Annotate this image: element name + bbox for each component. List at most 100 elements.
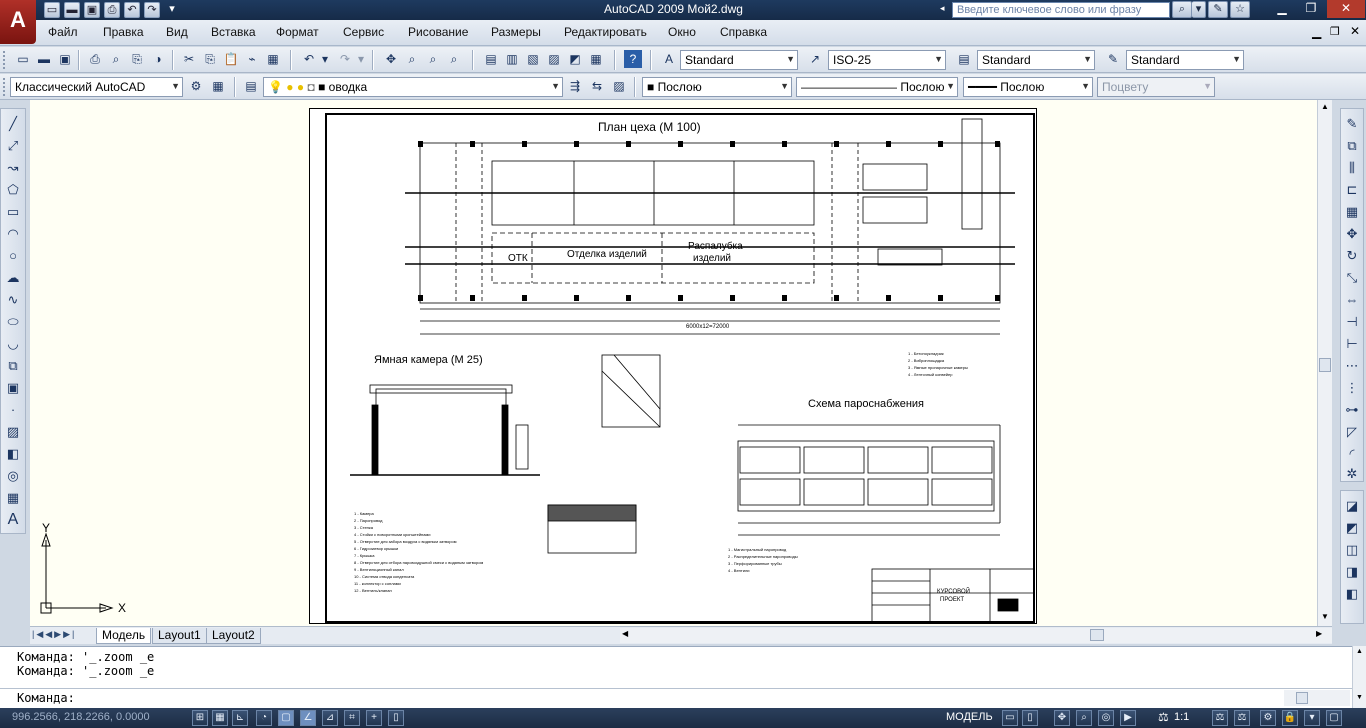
ellipse-arc-icon[interactable]: ◡: [4, 335, 22, 353]
send-under-icon[interactable]: ◨: [1343, 563, 1361, 581]
undo-toolbar-icon[interactable]: ↶: [300, 50, 318, 68]
erase-icon[interactable]: ✎: [1343, 115, 1361, 133]
ortho-mode-icon[interactable]: ⊾: [232, 710, 248, 726]
bring-above-icon[interactable]: ◫: [1343, 541, 1361, 559]
tab-layout2[interactable]: Layout2: [206, 628, 261, 644]
redo-toolbar-icon[interactable]: ↷: [336, 50, 354, 68]
preview-icon[interactable]: ⌕: [107, 50, 125, 68]
hatch-icon[interactable]: ▨: [4, 423, 22, 441]
close-button[interactable]: ✕: [1327, 0, 1365, 18]
join-icon[interactable]: ⊶: [1343, 401, 1361, 419]
search-input[interactable]: Введите ключевое слово или фразу: [952, 2, 1170, 18]
layer-previous-icon[interactable]: ⇆: [588, 77, 606, 95]
command-hscroll-thumb[interactable]: [1296, 692, 1308, 704]
annotation-visibility-icon[interactable]: ⚖: [1212, 710, 1228, 726]
help-center-icon[interactable]: ✎: [1208, 1, 1228, 18]
color-select[interactable]: ■ Послою ▼: [642, 77, 792, 97]
publish-icon[interactable]: ⎘: [128, 50, 146, 68]
menu-file[interactable]: Файл: [48, 25, 78, 39]
lock-toolbars-icon[interactable]: 🔒: [1282, 710, 1298, 726]
scroll-right-icon[interactable]: ▶: [1316, 629, 1322, 638]
copy-icon[interactable]: ⎘: [201, 50, 219, 68]
ellipse-icon[interactable]: ⬭: [4, 313, 22, 331]
command-hscroll[interactable]: [1284, 690, 1350, 706]
annotation-scale-value[interactable]: 1:1: [1174, 711, 1189, 723]
scroll-up-icon[interactable]: ▲: [1318, 100, 1332, 114]
table-icon[interactable]: ▦: [4, 489, 22, 507]
markup-icon[interactable]: ◩: [566, 50, 584, 68]
insert-block-icon[interactable]: ⧉: [4, 357, 22, 375]
properties-icon[interactable]: ▤: [482, 50, 500, 68]
tab-model[interactable]: Модель: [96, 628, 152, 644]
doc-minimize-icon[interactable]: ▁: [1312, 25, 1321, 39]
toolbar-grip[interactable]: [3, 78, 6, 96]
tab-layout1[interactable]: Layout1: [152, 628, 207, 644]
bring-to-front-icon[interactable]: ◪: [1343, 497, 1361, 515]
multileader-style-select[interactable]: Standard ▼: [1126, 50, 1244, 70]
command-line[interactable]: Команда:: [0, 688, 1352, 708]
make-block-icon[interactable]: ▣: [4, 379, 22, 397]
auto-scale-icon[interactable]: ⚖: [1234, 710, 1250, 726]
polygon-icon[interactable]: ⬠: [4, 181, 22, 199]
fillet-icon[interactable]: ◜: [1343, 445, 1361, 463]
break-icon[interactable]: ⋮: [1343, 379, 1361, 397]
tab-navigation-icon[interactable]: |◀◀▶▶|: [32, 629, 76, 640]
showmotion-icon[interactable]: ▶: [1120, 710, 1136, 726]
revision-cloud-icon[interactable]: ☁: [4, 269, 22, 287]
help-icon[interactable]: ?: [624, 50, 642, 68]
multiline-text-icon[interactable]: A: [4, 511, 22, 529]
print-icon[interactable]: ⎙: [104, 2, 120, 18]
workspace-settings-icon[interactable]: ⚙: [187, 77, 205, 95]
redo-dropdown-icon[interactable]: ▾: [356, 50, 366, 68]
dim-style-icon[interactable]: ↗: [806, 50, 824, 68]
spline-icon[interactable]: ∿: [4, 291, 22, 309]
cut-icon[interactable]: ✂: [180, 50, 198, 68]
quick-properties-icon[interactable]: ▯: [388, 710, 404, 726]
mirror-icon[interactable]: ⫼: [1343, 159, 1361, 177]
block-editor-icon[interactable]: ▦: [264, 50, 282, 68]
scroll-down-icon[interactable]: ▼: [1356, 694, 1363, 701]
dynamic-ucs-icon[interactable]: ⊿: [322, 710, 338, 726]
dim-style-select[interactable]: ISO-25 ▼: [828, 50, 946, 70]
match-properties-icon[interactable]: ⌁: [243, 50, 261, 68]
undo-icon[interactable]: ↶: [124, 2, 140, 18]
text-style-icon[interactable]: A: [660, 50, 678, 68]
quickcalc-icon[interactable]: ▦: [587, 50, 605, 68]
sheet-set-icon[interactable]: ▨: [545, 50, 563, 68]
pan-status-icon[interactable]: ✥: [1054, 710, 1070, 726]
linetype-select[interactable]: ———————— Послою ▼: [796, 77, 958, 97]
workspace-save-icon[interactable]: ▦: [209, 77, 227, 95]
menu-help[interactable]: Справка: [720, 25, 767, 39]
chamfer-icon[interactable]: ◸: [1343, 423, 1361, 441]
array-icon[interactable]: ▦: [1343, 203, 1361, 221]
search-icon[interactable]: ⌕: [1172, 1, 1192, 18]
circle-icon[interactable]: ○: [4, 247, 22, 265]
menu-format[interactable]: Формат: [276, 25, 319, 39]
3d-dwf-icon[interactable]: ◑: [149, 50, 167, 68]
paste-icon[interactable]: 📋: [222, 50, 240, 68]
menu-window[interactable]: Окно: [668, 25, 696, 39]
break-at-point-icon[interactable]: ⋯: [1343, 357, 1361, 375]
stretch-icon[interactable]: ⇔: [1343, 291, 1361, 309]
favorites-icon[interactable]: ☆: [1230, 1, 1250, 18]
scroll-left-icon[interactable]: ◀: [622, 629, 628, 638]
menu-tools[interactable]: Сервис: [343, 25, 384, 39]
vertical-scroll-thumb[interactable]: [1319, 358, 1331, 372]
scroll-down-icon[interactable]: ▼: [1318, 610, 1332, 624]
doc-restore-icon[interactable]: ❐: [1330, 25, 1340, 38]
rectangle-icon[interactable]: ▭: [4, 203, 22, 221]
trim-icon[interactable]: ⊣: [1343, 313, 1361, 331]
layer-manager-icon[interactable]: ▤: [242, 77, 260, 95]
workspace-switching-icon[interactable]: ⚙: [1260, 710, 1276, 726]
zoom-window-icon[interactable]: ⌕: [424, 50, 442, 68]
status-menu-icon[interactable]: ▾: [1304, 710, 1320, 726]
snap-mode-icon[interactable]: ⊞: [192, 710, 208, 726]
qnew-icon[interactable]: ▭: [14, 50, 32, 68]
zoom-status-icon[interactable]: ⌕: [1076, 710, 1092, 726]
object-snap-tracking-icon[interactable]: ∠: [300, 710, 316, 726]
design-center-icon[interactable]: ▥: [503, 50, 521, 68]
offset-icon[interactable]: ⊏: [1343, 181, 1361, 199]
menu-insert[interactable]: Вставка: [211, 25, 256, 39]
save-icon[interactable]: ▣: [84, 2, 100, 18]
text-front-icon[interactable]: ◧: [1343, 585, 1361, 603]
